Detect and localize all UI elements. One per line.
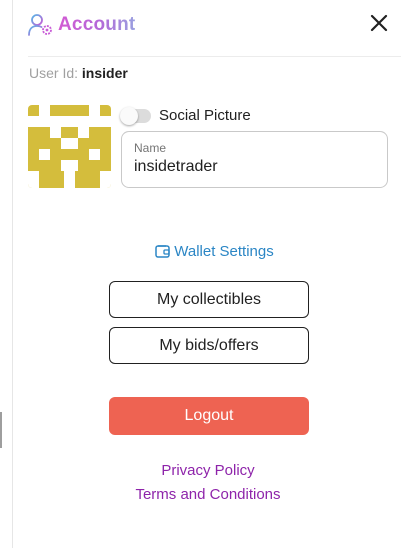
close-icon[interactable] <box>368 12 390 34</box>
my-collectibles-button[interactable]: My collectibles <box>109 281 309 318</box>
user-gear-icon <box>28 14 52 36</box>
user-id-value: insider <box>81 65 128 81</box>
page-scroll-marker <box>0 412 2 448</box>
privacy-policy-link[interactable]: Privacy Policy <box>14 462 402 479</box>
name-field[interactable]: Name <box>121 131 388 188</box>
wallet-settings-link[interactable]: Wallet Settings <box>14 243 415 260</box>
header-divider <box>28 56 401 57</box>
toggle-knob <box>120 106 138 125</box>
account-panel: Account User Id: insider Social Picture … <box>14 0 415 548</box>
wallet-icon <box>155 245 170 258</box>
terms-and-conditions-link[interactable]: Terms and Conditions <box>14 486 402 503</box>
panel-header: Account <box>28 10 398 40</box>
social-picture-toggle[interactable] <box>120 106 151 125</box>
name-field-label: Name <box>134 141 167 155</box>
background-page-edge <box>0 0 13 548</box>
wallet-settings-label: Wallet Settings <box>174 243 274 260</box>
social-picture-label: Social Picture <box>159 107 251 124</box>
panel-title: Account <box>58 14 136 35</box>
name-input[interactable] <box>134 158 375 176</box>
my-bids-offers-button[interactable]: My bids/offers <box>109 327 309 364</box>
user-id-label: User Id: <box>29 65 79 81</box>
social-picture-row: Social Picture <box>120 106 251 125</box>
logout-button[interactable]: Logout <box>109 397 309 435</box>
user-id: User Id: insider <box>29 65 128 81</box>
avatar <box>28 105 111 188</box>
